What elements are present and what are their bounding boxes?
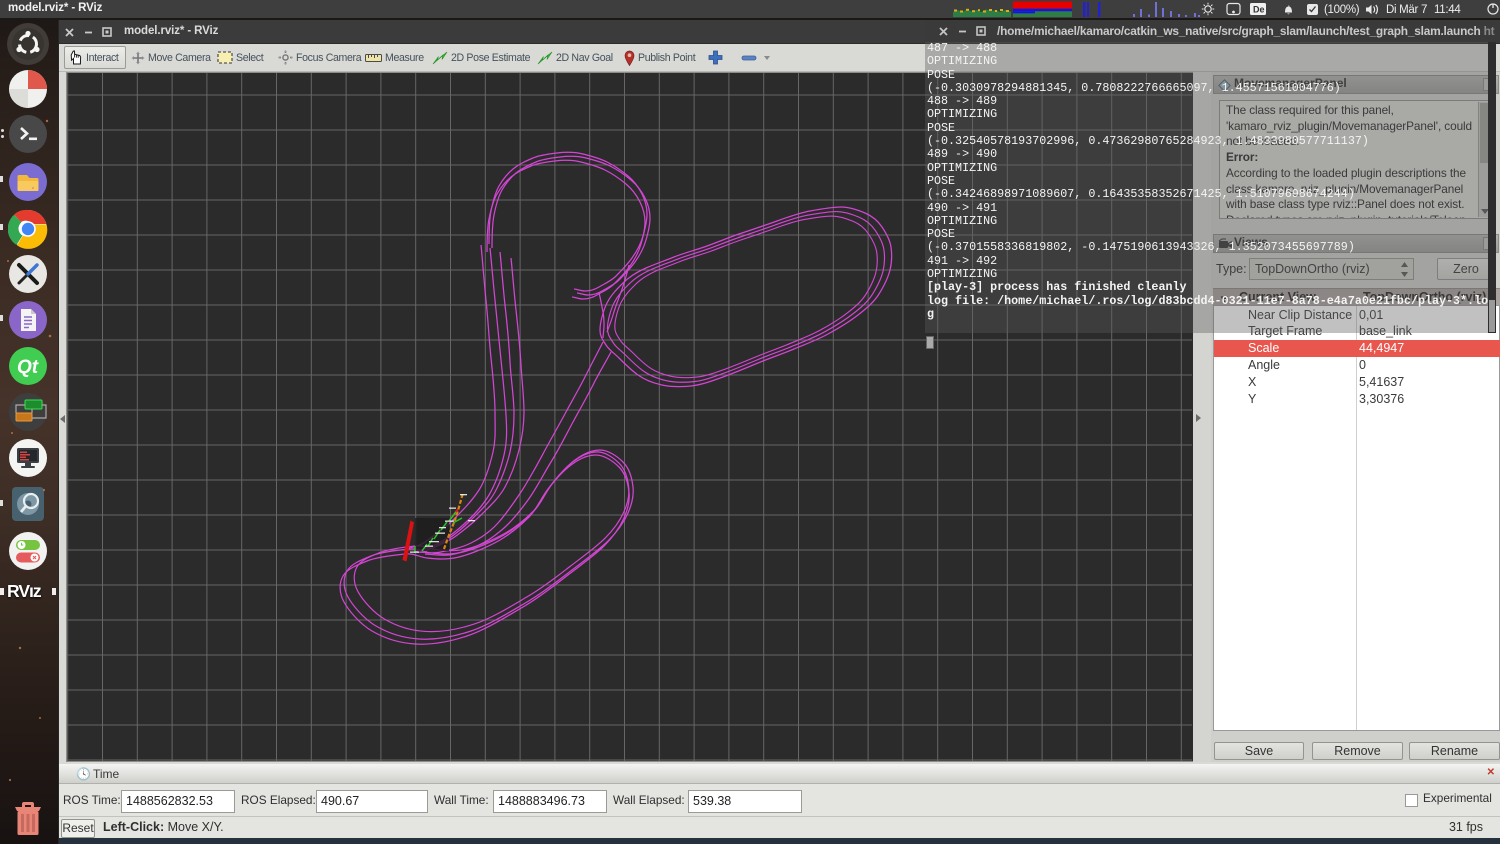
svg-text:11:44: 11:44 <box>1434 4 1461 16</box>
svg-text:Di Mär 7: Di Mär 7 <box>1386 4 1427 16</box>
svg-text:De: De <box>1253 5 1265 15</box>
svg-text:(100%): (100%) <box>1324 4 1360 16</box>
